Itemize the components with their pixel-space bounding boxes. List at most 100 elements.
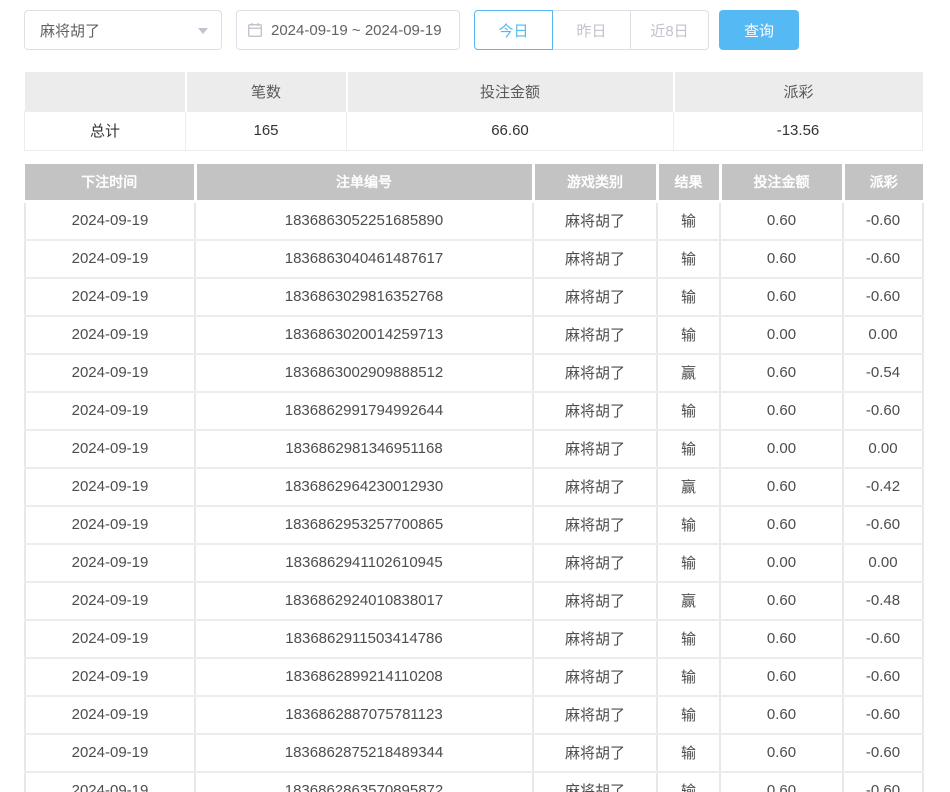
- bet-amount-cell: 0.60: [720, 734, 843, 772]
- records-header-bet-id: 注单编号: [195, 164, 533, 202]
- calendar-icon: [247, 22, 263, 38]
- payout-cell: 0.00: [843, 544, 923, 582]
- result-cell: 输: [657, 506, 720, 544]
- result-cell: 输: [657, 772, 720, 792]
- bet-id-cell: 1836862991794992644: [195, 392, 533, 430]
- result-cell: 输: [657, 392, 720, 430]
- bet-amount-cell: 0.60: [720, 240, 843, 278]
- payout-cell: -0.60: [843, 392, 923, 430]
- bet-id-cell: 1836863002909888512: [195, 354, 533, 392]
- payout-cell: -0.48: [843, 582, 923, 620]
- bet-date-cell: 2024-09-19: [25, 278, 195, 316]
- payout-cell: -0.60: [843, 506, 923, 544]
- records-header-payout: 派彩: [843, 164, 923, 202]
- result-cell: 输: [657, 620, 720, 658]
- records-header-bet-time: 下注时间: [25, 164, 195, 202]
- payout-cell: -0.60: [843, 620, 923, 658]
- summary-total-payout: -13.56: [674, 111, 923, 150]
- bet-id-cell: 1836862887075781123: [195, 696, 533, 734]
- game-type-cell: 麻将胡了: [533, 544, 657, 582]
- toolbar: 麻将胡了 2024-09-19 ~ 2024-09-19 今日 昨日 近8日 查…: [24, 10, 922, 50]
- payout-cell: 0.00: [843, 316, 923, 354]
- summary-total-bet-amount: 66.60: [347, 111, 674, 150]
- game-type-cell: 麻将胡了: [533, 620, 657, 658]
- game-type-cell: 麻将胡了: [533, 468, 657, 506]
- bet-id-cell: 1836862964230012930: [195, 468, 533, 506]
- game-type-cell: 麻将胡了: [533, 316, 657, 354]
- table-row: 2024-09-19 1836863002909888512 麻将胡了 赢 0.…: [25, 354, 923, 392]
- bet-date-cell: 2024-09-19: [25, 544, 195, 582]
- bet-amount-cell: 0.60: [720, 696, 843, 734]
- bet-amount-cell: 0.60: [720, 392, 843, 430]
- bet-id-cell: 1836863029816352768: [195, 278, 533, 316]
- summary-header-blank: [25, 72, 186, 111]
- game-select-value: 麻将胡了: [40, 20, 100, 41]
- records-header-bet-amount: 投注金额: [720, 164, 843, 202]
- result-cell: 输: [657, 696, 720, 734]
- bet-amount-cell: 0.60: [720, 658, 843, 696]
- result-cell: 输: [657, 430, 720, 468]
- summary-header-bet-amount: 投注金额: [347, 72, 674, 111]
- bet-id-cell: 1836862981346951168: [195, 430, 533, 468]
- bet-date-cell: 2024-09-19: [25, 772, 195, 792]
- game-select[interactable]: 麻将胡了: [24, 10, 222, 50]
- chevron-down-icon: [198, 28, 208, 34]
- result-cell: 输: [657, 202, 720, 240]
- bet-amount-cell: 0.60: [720, 772, 843, 792]
- yesterday-button[interactable]: 昨日: [552, 10, 631, 50]
- summary-header-count: 笔数: [186, 72, 347, 111]
- result-cell: 输: [657, 316, 720, 354]
- table-row: 2024-09-19 1836862899214110208 麻将胡了 输 0.…: [25, 658, 923, 696]
- bet-date-cell: 2024-09-19: [25, 658, 195, 696]
- bet-date-cell: 2024-09-19: [25, 620, 195, 658]
- table-row: 2024-09-19 1836863040461487617 麻将胡了 输 0.…: [25, 240, 923, 278]
- table-row: 2024-09-19 1836862981346951168 麻将胡了 输 0.…: [25, 430, 923, 468]
- game-type-cell: 麻将胡了: [533, 278, 657, 316]
- bet-amount-cell: 0.00: [720, 430, 843, 468]
- summary-total-count: 165: [186, 111, 347, 150]
- result-cell: 输: [657, 240, 720, 278]
- table-row: 2024-09-19 1836862953257700865 麻将胡了 输 0.…: [25, 506, 923, 544]
- bet-date-cell: 2024-09-19: [25, 696, 195, 734]
- query-button[interactable]: 查询: [719, 10, 799, 50]
- bet-id-cell: 1836862953257700865: [195, 506, 533, 544]
- quick-range-group: 今日 昨日 近8日: [474, 10, 709, 50]
- last-8-days-button[interactable]: 近8日: [630, 10, 709, 50]
- summary-total-label: 总计: [25, 111, 186, 150]
- table-row: 2024-09-19 1836862964230012930 麻将胡了 赢 0.…: [25, 468, 923, 506]
- bet-amount-cell: 0.60: [720, 620, 843, 658]
- payout-cell: -0.60: [843, 658, 923, 696]
- table-row: 2024-09-19 1836863052251685890 麻将胡了 输 0.…: [25, 202, 923, 240]
- bet-amount-cell: 0.60: [720, 278, 843, 316]
- bet-date-cell: 2024-09-19: [25, 202, 195, 240]
- bet-date-cell: 2024-09-19: [25, 582, 195, 620]
- bet-amount-cell: 0.60: [720, 202, 843, 240]
- game-type-cell: 麻将胡了: [533, 696, 657, 734]
- date-range-value: 2024-09-19 ~ 2024-09-19: [271, 22, 442, 39]
- game-type-cell: 麻将胡了: [533, 240, 657, 278]
- bet-amount-cell: 0.60: [720, 582, 843, 620]
- bet-amount-cell: 0.60: [720, 468, 843, 506]
- game-type-cell: 麻将胡了: [533, 392, 657, 430]
- payout-cell: -0.60: [843, 772, 923, 792]
- table-row: 2024-09-19 1836862911503414786 麻将胡了 输 0.…: [25, 620, 923, 658]
- payout-cell: 0.00: [843, 430, 923, 468]
- bet-date-cell: 2024-09-19: [25, 240, 195, 278]
- table-row: 2024-09-19 1836862991794992644 麻将胡了 输 0.…: [25, 392, 923, 430]
- table-row: 2024-09-19 1836862863570895872 麻将胡了 输 0.…: [25, 772, 923, 792]
- date-range-picker[interactable]: 2024-09-19 ~ 2024-09-19: [236, 10, 460, 50]
- records-header-row: 下注时间 注单编号 游戏类别 结果 投注金额 派彩: [25, 164, 923, 202]
- bet-date-cell: 2024-09-19: [25, 468, 195, 506]
- game-type-cell: 麻将胡了: [533, 202, 657, 240]
- bet-id-cell: 1836863040461487617: [195, 240, 533, 278]
- result-cell: 输: [657, 658, 720, 696]
- bet-amount-cell: 0.60: [720, 354, 843, 392]
- payout-cell: -0.54: [843, 354, 923, 392]
- today-button[interactable]: 今日: [474, 10, 553, 50]
- bet-id-cell: 1836862924010838017: [195, 582, 533, 620]
- result-cell: 输: [657, 278, 720, 316]
- game-type-cell: 麻将胡了: [533, 734, 657, 772]
- bet-date-cell: 2024-09-19: [25, 506, 195, 544]
- result-cell: 赢: [657, 468, 720, 506]
- payout-cell: -0.42: [843, 468, 923, 506]
